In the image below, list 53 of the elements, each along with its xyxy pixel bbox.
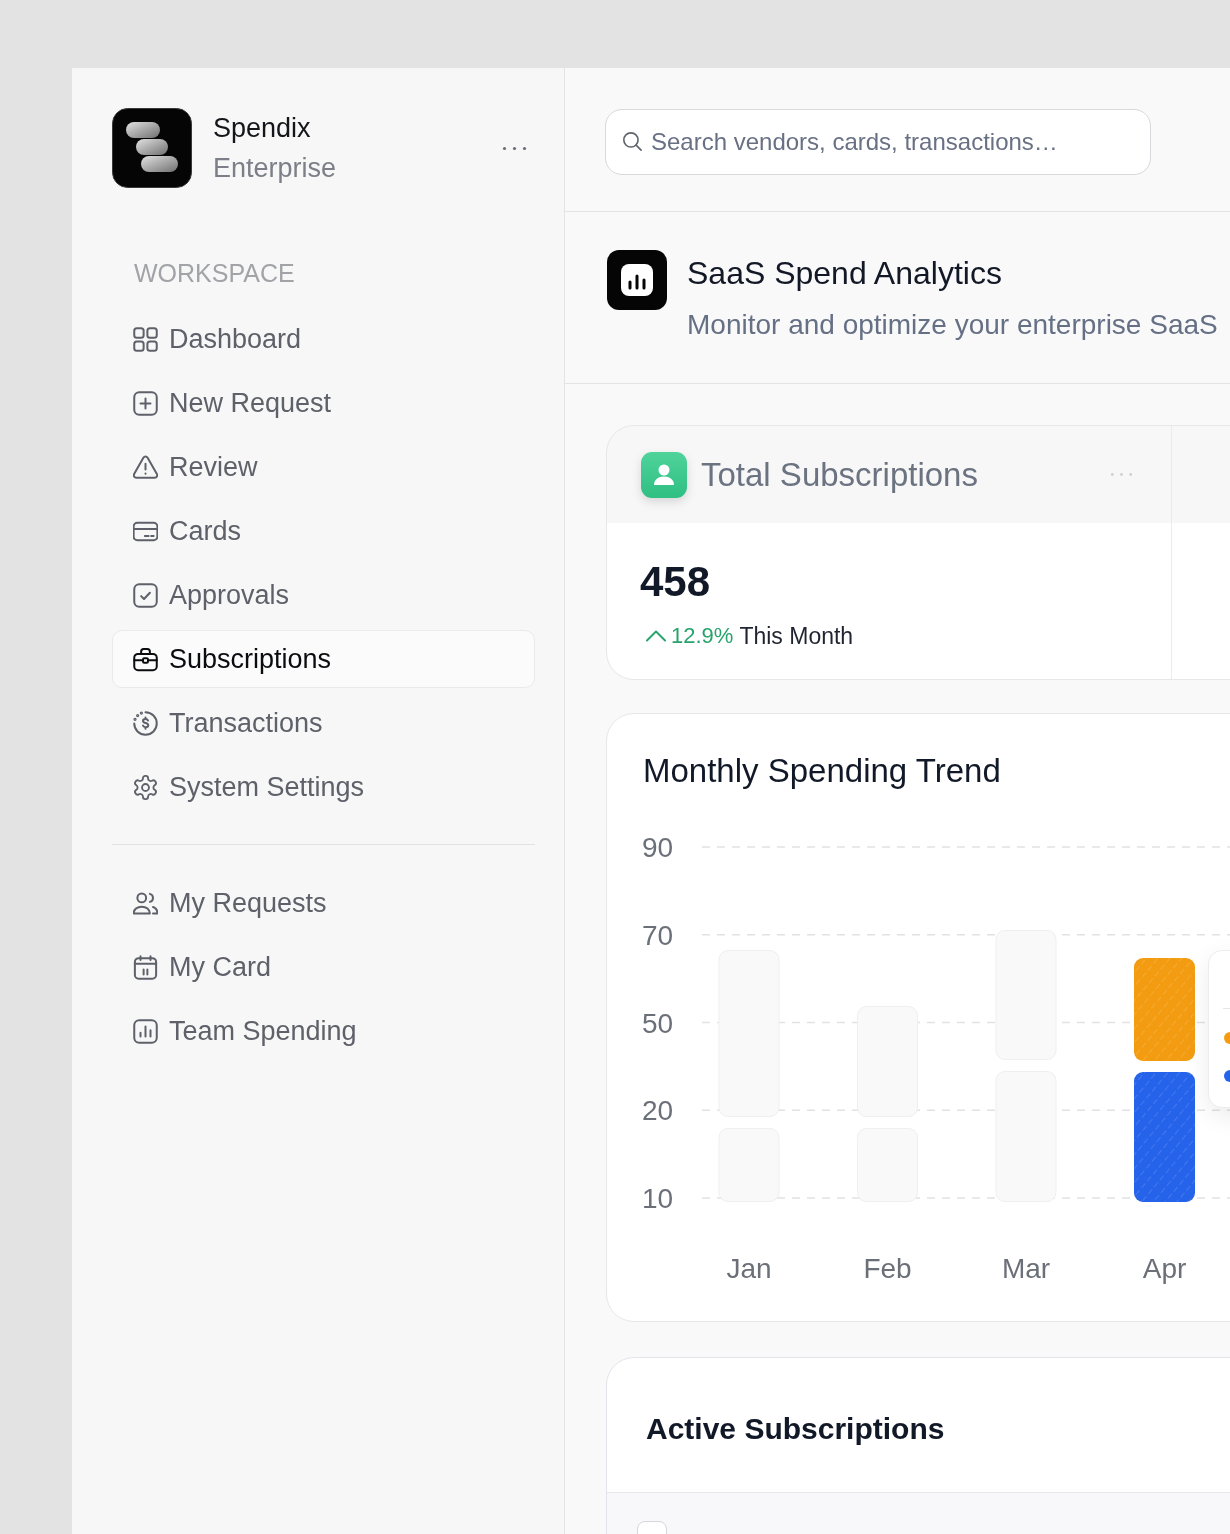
more-icon[interactable] <box>502 145 527 151</box>
bar-segment[interactable] <box>857 1006 918 1117</box>
y-axis-label: 20 <box>642 1095 674 1127</box>
briefcase-icon <box>133 646 158 672</box>
calendar-icon <box>133 954 158 980</box>
bar-segment[interactable] <box>718 950 780 1117</box>
x-axis-label: Apr <box>1142 1253 1187 1284</box>
stat-change: 12.9% <box>671 623 734 649</box>
nav-item[interactable]: New Request <box>112 374 535 432</box>
stat-period: This Month <box>739 622 854 650</box>
x-axis-label: Feb <box>863 1253 912 1284</box>
settings-icon <box>133 774 158 800</box>
y-axis-label: 70 <box>642 919 674 951</box>
stat-value: 458 <box>640 557 711 607</box>
user-icon <box>641 451 687 498</box>
nav-item[interactable]: Cards <box>112 502 535 560</box>
stat-title: Total Subscriptions <box>701 454 978 495</box>
analytics-icon <box>607 250 667 310</box>
bar-segment[interactable] <box>1134 958 1195 1061</box>
nav-item[interactable]: Review <box>112 438 535 496</box>
bar-chart-icon <box>133 1018 158 1044</box>
search-icon <box>623 132 642 151</box>
page-title: SaaS Spend Analytics <box>687 254 1002 293</box>
dollar-circle-icon <box>133 710 158 736</box>
page-subtitle: Monitor and optimize your enterprise SaaS <box>687 308 1218 342</box>
search-field[interactable]: Search vendors, cards, transactions… <box>605 109 1151 175</box>
bar-segment[interactable] <box>1134 1072 1195 1202</box>
plus-square-icon <box>133 390 158 416</box>
nav-item[interactable]: Subscriptions <box>112 630 535 688</box>
y-axis-label: 90 <box>642 832 674 863</box>
chart-title: Monthly Spending Trend <box>643 751 1001 791</box>
nav-item[interactable]: Transactions <box>112 694 535 752</box>
logo-icon <box>112 108 192 188</box>
x-axis-label: Jan <box>726 1253 772 1284</box>
y-axis-label: 50 <box>642 1007 674 1039</box>
nav-item[interactable]: Approvals <box>112 566 535 624</box>
y-axis-label: 10 <box>642 1183 674 1214</box>
nav-item[interactable]: Dashboard <box>112 310 535 368</box>
users-icon <box>133 890 158 916</box>
bar-segment[interactable] <box>995 930 1057 1060</box>
nav-item[interactable]: My Card <box>112 938 535 996</box>
brand-subtitle: Enterprise <box>213 152 337 185</box>
nav-item[interactable]: My Requests <box>112 874 535 932</box>
check-square-icon <box>133 582 158 608</box>
nav-item[interactable]: Team Spending <box>112 1002 535 1060</box>
grid-icon <box>133 326 158 352</box>
x-axis-label: Mar <box>1001 1253 1051 1284</box>
warning-icon <box>133 454 158 480</box>
nav-item[interactable]: System Settings <box>112 758 535 816</box>
section-label: WORKSPACE <box>134 258 295 288</box>
card-title: Active Subscriptions <box>646 1411 945 1447</box>
brand-name: Spendix <box>213 112 311 145</box>
bar-segment[interactable] <box>995 1071 1057 1202</box>
